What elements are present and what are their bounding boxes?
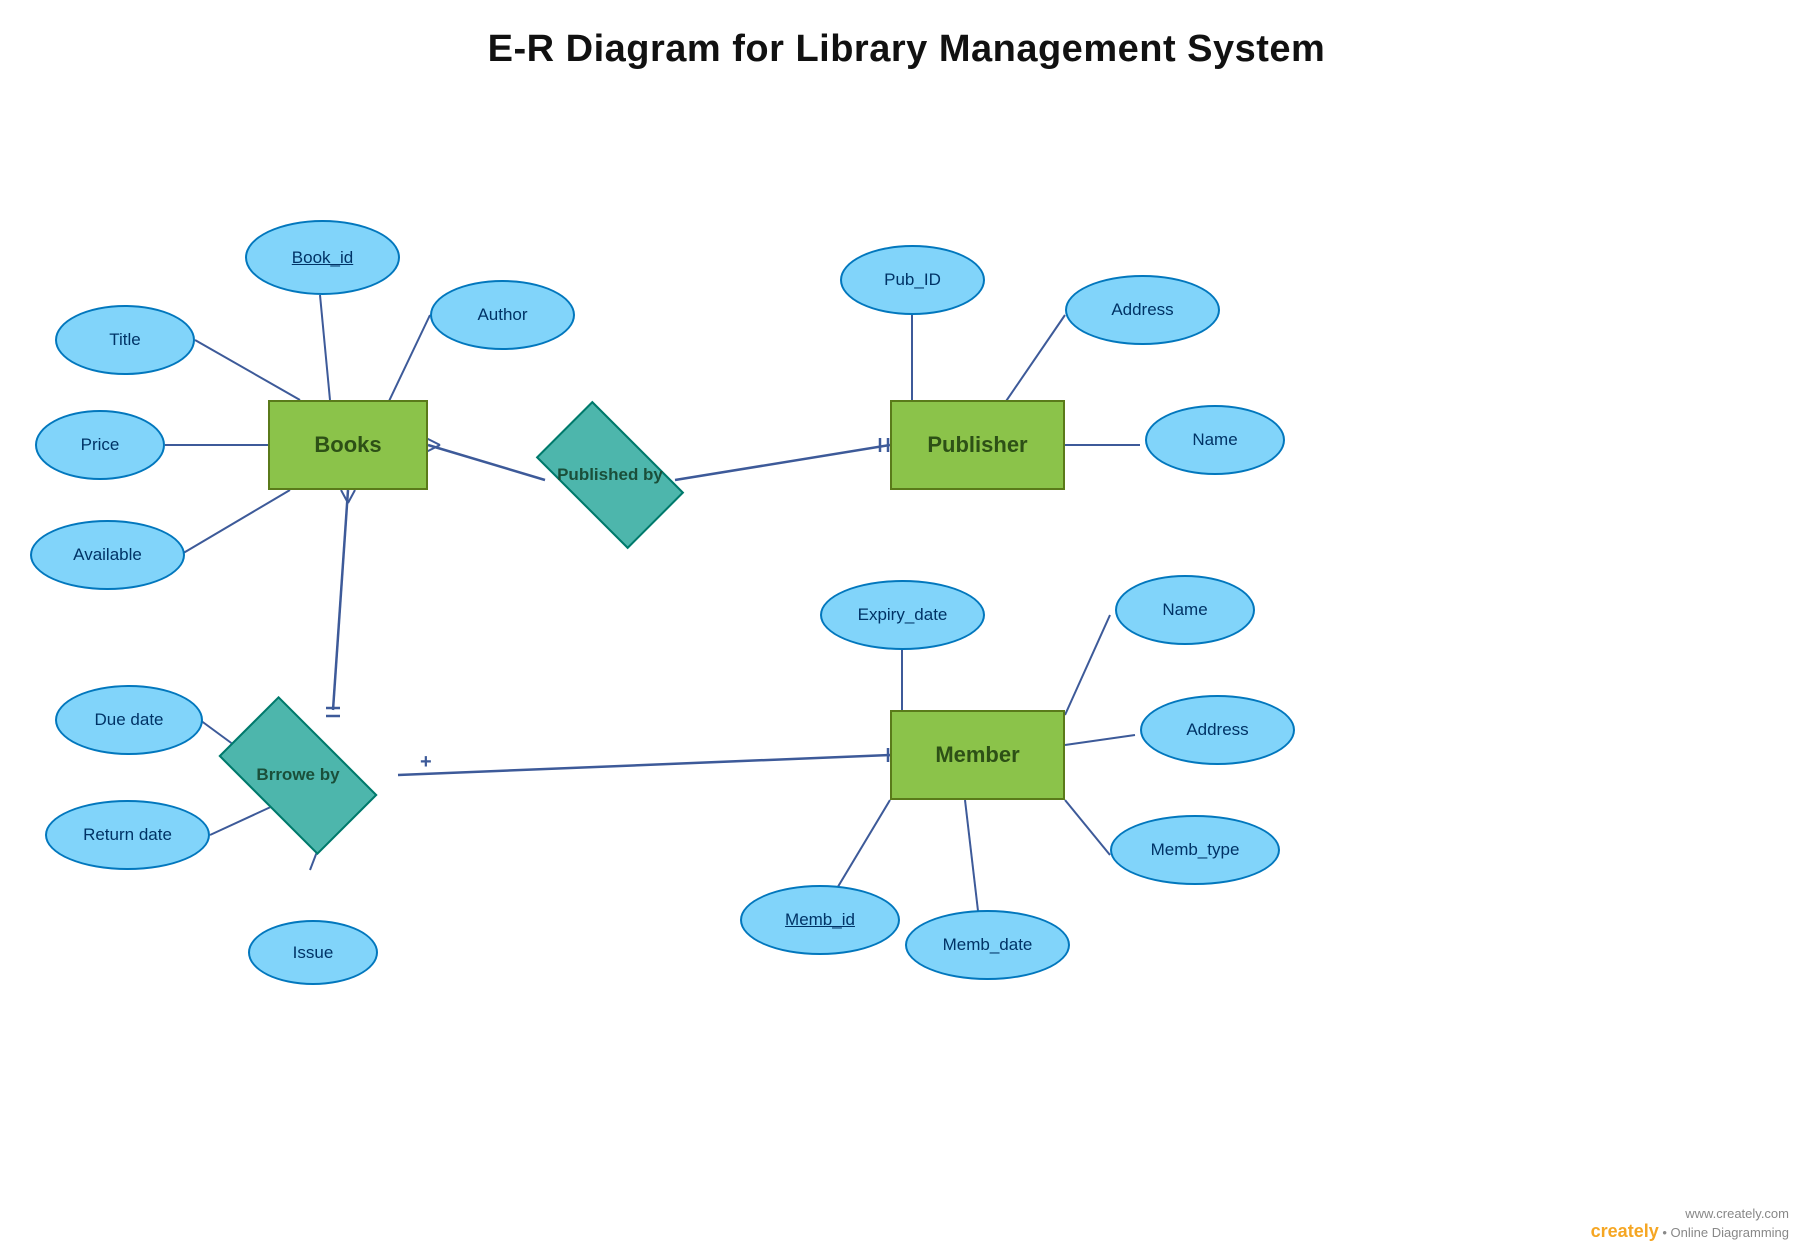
watermark-brand: creately xyxy=(1591,1221,1659,1241)
attribute-title: Title xyxy=(55,305,195,375)
attribute-name-publisher: Name xyxy=(1145,405,1285,475)
attribute-price: Price xyxy=(35,410,165,480)
entity-publisher: Publisher xyxy=(890,400,1065,490)
entity-books: Books xyxy=(268,400,428,490)
attribute-name-member: Name xyxy=(1115,575,1255,645)
attribute-memb-id: Memb_id xyxy=(740,885,900,955)
attribute-available: Available xyxy=(30,520,185,590)
relationship-published-by: Published by xyxy=(545,430,675,520)
attribute-issue: Issue xyxy=(248,920,378,985)
attribute-author: Author xyxy=(430,280,575,350)
attribute-address-publisher: Address xyxy=(1065,275,1220,345)
svg-text:+: + xyxy=(420,751,432,773)
attribute-due-date: Due date xyxy=(55,685,203,755)
attribute-expiry-date: Expiry_date xyxy=(820,580,985,650)
attribute-book-id: Book_id xyxy=(245,220,400,295)
attribute-pub-id: Pub_ID xyxy=(840,245,985,315)
er-diagram: + Books Publisher Member Published by Br… xyxy=(0,90,1813,1260)
attribute-memb-date: Memb_date xyxy=(905,910,1070,980)
attribute-return-date: Return date xyxy=(45,800,210,870)
relationship-brrowe-by: Brrowe by xyxy=(218,725,378,825)
attribute-address-member: Address xyxy=(1140,695,1295,765)
entity-member: Member xyxy=(890,710,1065,800)
watermark: www.creately.com creately • Online Diagr… xyxy=(1591,1206,1789,1242)
watermark-site: www.creately.com xyxy=(1685,1206,1789,1221)
diagram-title: E-R Diagram for Library Management Syste… xyxy=(0,0,1813,71)
watermark-tagline: • Online Diagramming xyxy=(1662,1225,1789,1240)
attribute-memb-type: Memb_type xyxy=(1110,815,1280,885)
